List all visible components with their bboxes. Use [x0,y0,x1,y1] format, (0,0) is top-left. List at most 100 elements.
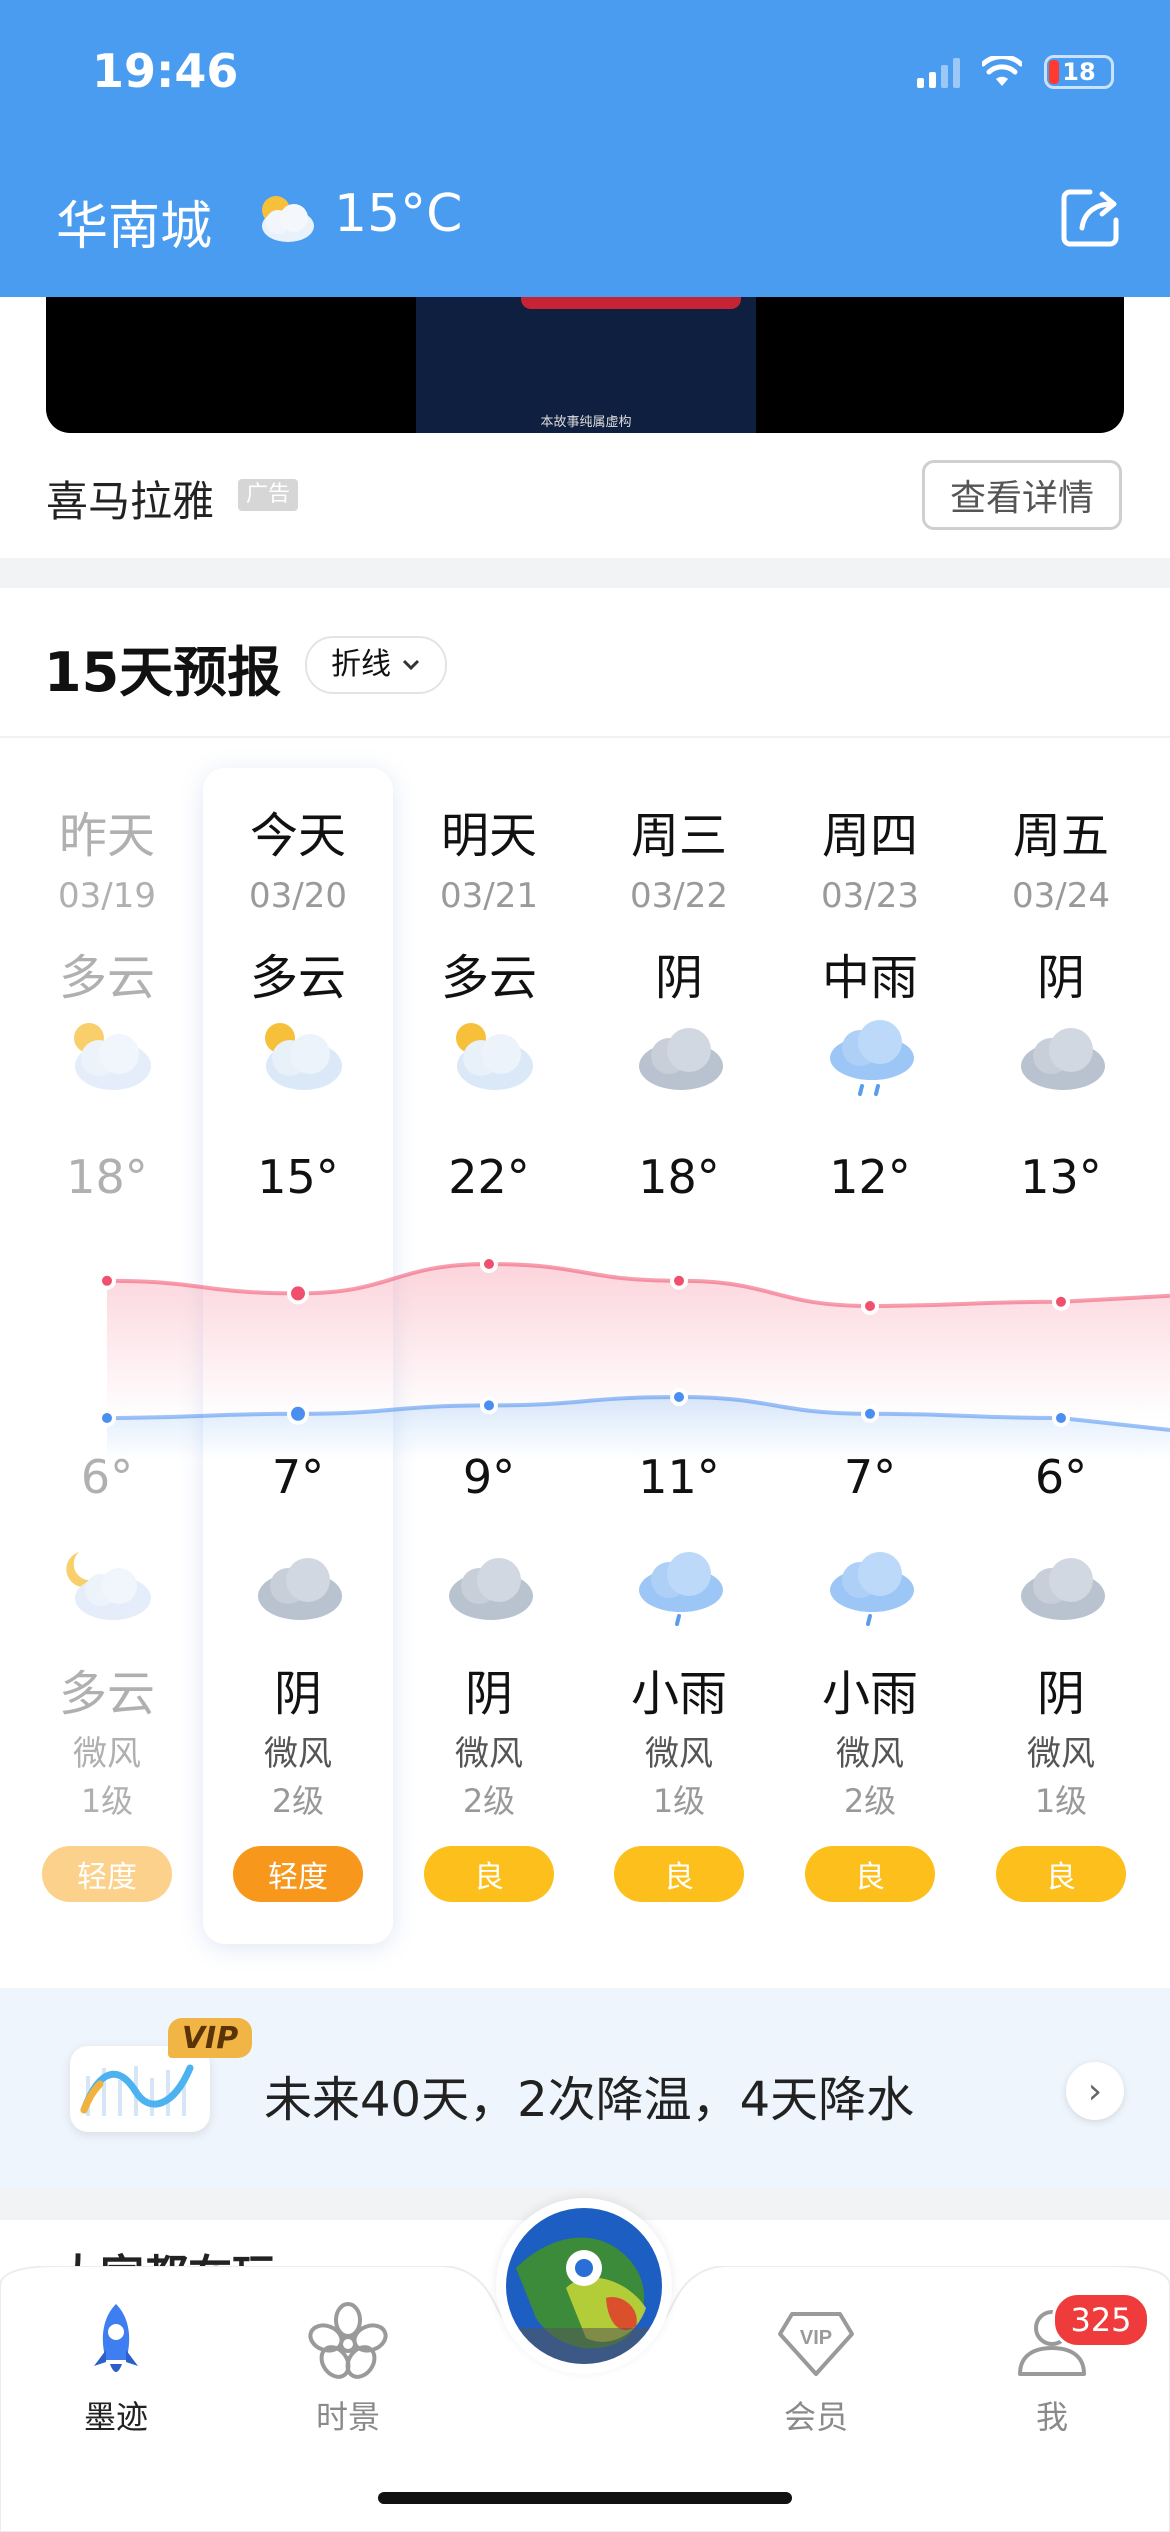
partly-cloudy-icon [262,196,314,242]
wind: 微风 [645,1734,713,1774]
day-date: 03/21 [440,876,538,916]
trend-chart-icon [70,2046,210,2132]
wifi-icon [982,56,1022,86]
overcast-icon [639,1028,723,1090]
top-header: 19:46 18 华南城 15°C [0,0,1170,297]
divider [0,736,1170,738]
data-point [1052,1292,1070,1311]
tab-label: 我 [1035,2398,1068,2436]
overcast-icon [258,1558,342,1620]
day-date: 03/22 [630,876,728,916]
vip-banner-text: 未来40天，2次降温，4天降水 [264,2072,915,2128]
wind: 微风 [836,1734,904,1774]
chevron-down-icon [402,659,420,671]
overcast-icon [1021,1558,1105,1620]
tab-label: 会员 [783,2398,848,2436]
forecast-mode-label: 折线 [331,647,391,682]
wind-level: 2级 [462,1782,516,1820]
current-temperature: 15°C [334,184,463,244]
day-name: 周四 [821,808,918,864]
wind-level: 2级 [271,1782,325,1820]
status-time: 19:46 [92,44,239,98]
temperature-line-chart [98,1255,1170,1460]
wind: 微风 [1027,1734,1095,1774]
battery-level: 18 [1062,58,1096,86]
night-condition: 阴 [273,1666,322,1722]
data-point [287,1402,309,1425]
partly-cloudy-icon [74,1023,151,1090]
high-temp: 15° [257,1150,339,1204]
high-temp: 12° [829,1150,911,1204]
globe-radar-button[interactable] [496,2198,672,2374]
day-name: 周五 [1012,808,1109,864]
battery-icon: 18 [1044,55,1114,89]
data-point [861,1297,879,1315]
moderate-rain-icon [830,1020,914,1096]
home-indicator [378,2492,792,2504]
data-point [1052,1409,1070,1427]
vip-diamond-icon: VIP [778,2312,854,2376]
day-condition: 多云 [58,950,155,1006]
ad-video[interactable]: 本故事纯属虚构 [46,297,1124,433]
day-condition: 多云 [249,950,346,1006]
wind: 微风 [264,1734,332,1774]
high-temp: 13° [1020,1150,1102,1204]
overcast-icon [449,1558,533,1620]
wind-level: 1级 [652,1782,706,1820]
day-name: 周三 [630,808,727,864]
night-condition: 小雨 [821,1666,918,1722]
data-point [480,1396,498,1415]
wind: 微风 [455,1734,523,1774]
data-point [287,1282,309,1305]
chevron-right-icon[interactable]: › [1066,2062,1124,2120]
section-separator [0,558,1170,588]
ad-tag: 广告 [238,479,299,511]
aqi-badge: 轻度 [42,1846,172,1902]
data-point [670,1388,688,1406]
partly-cloudy-icon [456,1023,533,1090]
day-condition: 中雨 [821,950,918,1006]
rocket-icon [94,2304,138,2372]
wind-level: 1级 [80,1782,134,1820]
svg-text:VIP: VIP [800,2327,832,2349]
day-date: 03/24 [1012,876,1110,916]
day-condition: 阴 [1036,950,1085,1006]
day-name: 明天 [440,808,537,864]
night-condition: 阴 [1036,1666,1085,1722]
ad-caption: 本故事纯属虚构 [540,415,632,430]
radar-map-icon [506,2208,662,2364]
day-condition: 多云 [440,950,537,1006]
ad-brand: 喜马拉雅 [46,477,215,526]
day-date: 03/20 [249,876,347,916]
light-rain-icon [830,1552,914,1626]
high-temp: 18° [66,1150,148,1204]
day-condition: 阴 [654,950,703,1006]
notification-badge: 325 [1052,2292,1150,2348]
vip-badge: VIP [168,2018,252,2058]
wind-level: 1级 [1034,1782,1088,1820]
status-icons: 18 [917,52,1114,92]
aqi-badge: 良 [805,1846,935,1902]
cloudy-night-icon [66,1552,151,1620]
forecast-mode-dropdown[interactable]: 折线 [305,636,447,694]
wind: 微风 [73,1734,141,1774]
day-name: 昨天 [58,808,155,864]
data-point [98,1409,116,1427]
tab-label: 墨迹 [83,2398,148,2436]
high-temp: 18° [638,1150,720,1204]
share-icon[interactable] [1060,186,1122,248]
high-temp: 22° [448,1150,530,1204]
data-point [670,1271,688,1290]
signal-icon [917,56,960,88]
ad-detail-button[interactable]: 查看详情 [922,460,1122,530]
aqi-badge: 良 [424,1846,554,1902]
tab-label: 时景 [315,2398,380,2436]
night-condition: 多云 [58,1666,155,1722]
light-rain-icon [639,1552,723,1626]
city-name[interactable]: 华南城 [56,184,212,259]
aqi-badge: 良 [614,1846,744,1902]
aqi-badge: 轻度 [233,1846,363,1902]
overcast-icon [1021,1028,1105,1090]
forecast-title: 15天预报 [44,641,282,704]
data-point [98,1271,116,1290]
